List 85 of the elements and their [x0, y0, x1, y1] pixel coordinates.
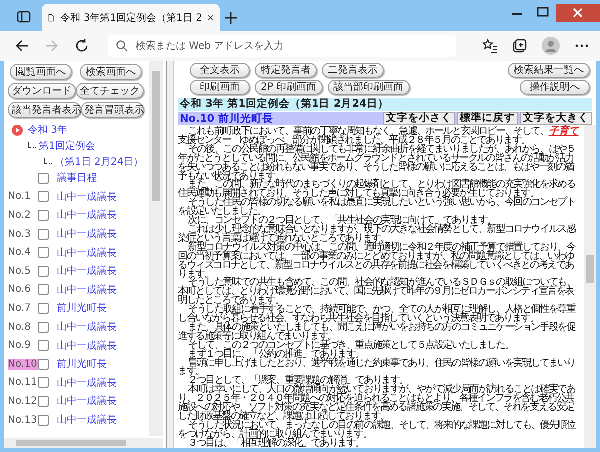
item-number: No.7	[8, 302, 32, 314]
scrollbar[interactable]	[4, 438, 163, 448]
checkbox[interactable]	[38, 247, 49, 258]
branch-icon[interactable]	[28, 142, 36, 150]
nav-button[interactable]: 全てチェック	[76, 83, 144, 99]
speaker-link[interactable]: 山中一成議長	[57, 227, 117, 242]
nav-button[interactable]: 印刷画面	[190, 80, 250, 95]
speaker-link[interactable]: 山中一成議長	[57, 246, 117, 260]
speaker-link[interactable]: 山中一成議長	[57, 208, 117, 222]
tree-link[interactable]: （第1日 2月24日）	[55, 155, 144, 169]
checkbox[interactable]	[38, 322, 49, 333]
speaker-link[interactable]: 山中一成議長	[57, 320, 117, 334]
speaker-link[interactable]: 山中一成議長	[57, 394, 117, 408]
speaker-link[interactable]: 山中一成議長	[57, 376, 117, 390]
back-icon[interactable]	[14, 38, 30, 54]
nav-button[interactable]: 閲覧画面へ	[10, 64, 72, 80]
speaker-link[interactable]: 山中一成議長	[57, 282, 117, 297]
speaker-link[interactable]: 議事日程	[57, 171, 97, 186]
checkbox[interactable]	[38, 172, 49, 184]
checkbox[interactable]	[38, 414, 49, 426]
term-link[interactable]: 子育て	[548, 126, 581, 137]
nav-button[interactable]: 検索結果一覧へ	[508, 63, 590, 78]
nav-button[interactable]: 操作説明へ	[520, 80, 590, 95]
item-number: No.3	[8, 228, 32, 240]
tree-link[interactable]: 令和 3年	[28, 123, 68, 137]
speaker-link[interactable]: 前川光町長	[57, 301, 107, 316]
close-icon[interactable]	[208, 12, 214, 22]
tab-title: 令和 3年第1回定例会（第1日 2	[60, 12, 202, 24]
tab-actions-icon[interactable]	[16, 9, 32, 25]
nav-button[interactable]: ダウンロード	[8, 83, 76, 99]
play-icon[interactable]	[12, 124, 23, 136]
nav-button[interactable]: 二発言表示	[322, 63, 384, 78]
font-size-button[interactable]: 標準に戻す	[457, 112, 518, 125]
nav-button[interactable]: 該当発言者表示	[8, 102, 81, 118]
checkbox[interactable]	[38, 284, 49, 296]
checkbox[interactable]	[38, 266, 49, 277]
checkbox[interactable]	[38, 210, 49, 221]
speaker-link[interactable]: 山中一成議長	[57, 413, 117, 428]
checkbox[interactable]	[38, 377, 49, 388]
nav-button[interactable]: 検索画面へ	[80, 64, 142, 80]
search-icon[interactable]	[116, 40, 128, 52]
star-list-icon[interactable]	[482, 38, 498, 54]
nav-button[interactable]: 該当部印刷画面	[328, 80, 410, 95]
session-title: 令和 3年 第1回定例会（第1日 2月24日）	[178, 98, 592, 111]
splitter[interactable]	[166, 61, 174, 448]
item-number: No.12	[8, 396, 38, 407]
nav-button[interactable]: 発言冒頭表示	[80, 102, 144, 118]
item-number: No.1	[8, 191, 32, 202]
profile-avatar-icon[interactable]	[542, 37, 560, 55]
checkbox[interactable]	[38, 302, 49, 314]
item-number: No.13	[8, 414, 38, 426]
item-number: No.4	[8, 247, 32, 258]
item-number: No.11	[8, 377, 38, 388]
browser-tab[interactable]: 令和 3年第1回定例会（第1日 2	[42, 4, 220, 31]
checkbox[interactable]	[38, 191, 49, 202]
refresh-icon[interactable]	[74, 38, 90, 54]
checkbox[interactable]	[38, 340, 49, 352]
address-field[interactable]: 検索または Web アドレスを入力	[108, 35, 456, 57]
item-number: No.5	[8, 266, 32, 277]
nav-button[interactable]: 2P 印刷画面	[255, 80, 323, 95]
font-size-button[interactable]: 文字を小さく	[383, 112, 455, 125]
item-number: No.10	[8, 358, 38, 370]
item-number: No.9	[8, 340, 32, 352]
item-number: No.2	[8, 210, 32, 221]
new-tab-icon[interactable]	[224, 11, 238, 25]
item-number: No.8	[8, 322, 32, 333]
nav-button[interactable]: 全文表示	[190, 63, 250, 78]
speech-paragraph: ３つ目は、「相互理解の深化」であります。	[187, 440, 364, 449]
checkbox[interactable]	[38, 358, 49, 370]
tree-link[interactable]: 第1回定例会	[39, 139, 96, 153]
speaker-link[interactable]: 山中一成議長	[57, 338, 117, 353]
collections-icon[interactable]	[512, 38, 528, 54]
checkbox[interactable]	[38, 396, 49, 407]
speaker-link[interactable]: 山中一成議長	[57, 264, 117, 278]
speaker-link[interactable]: 前川光町長	[57, 357, 107, 372]
speaker-link[interactable]: 山中一成議長	[57, 190, 117, 204]
speaker-heading: No.10 前川光町長	[179, 112, 274, 126]
forward-icon[interactable]	[44, 38, 60, 54]
branch-icon[interactable]	[44, 158, 52, 166]
nav-button[interactable]: 特定発言者	[255, 63, 317, 78]
font-size-button[interactable]: 文字を大きく	[520, 112, 592, 125]
scrollbar[interactable]	[584, 125, 596, 448]
item-number: No.6	[8, 284, 32, 296]
checkbox[interactable]	[38, 228, 49, 240]
scrollbar[interactable]	[149, 61, 163, 436]
